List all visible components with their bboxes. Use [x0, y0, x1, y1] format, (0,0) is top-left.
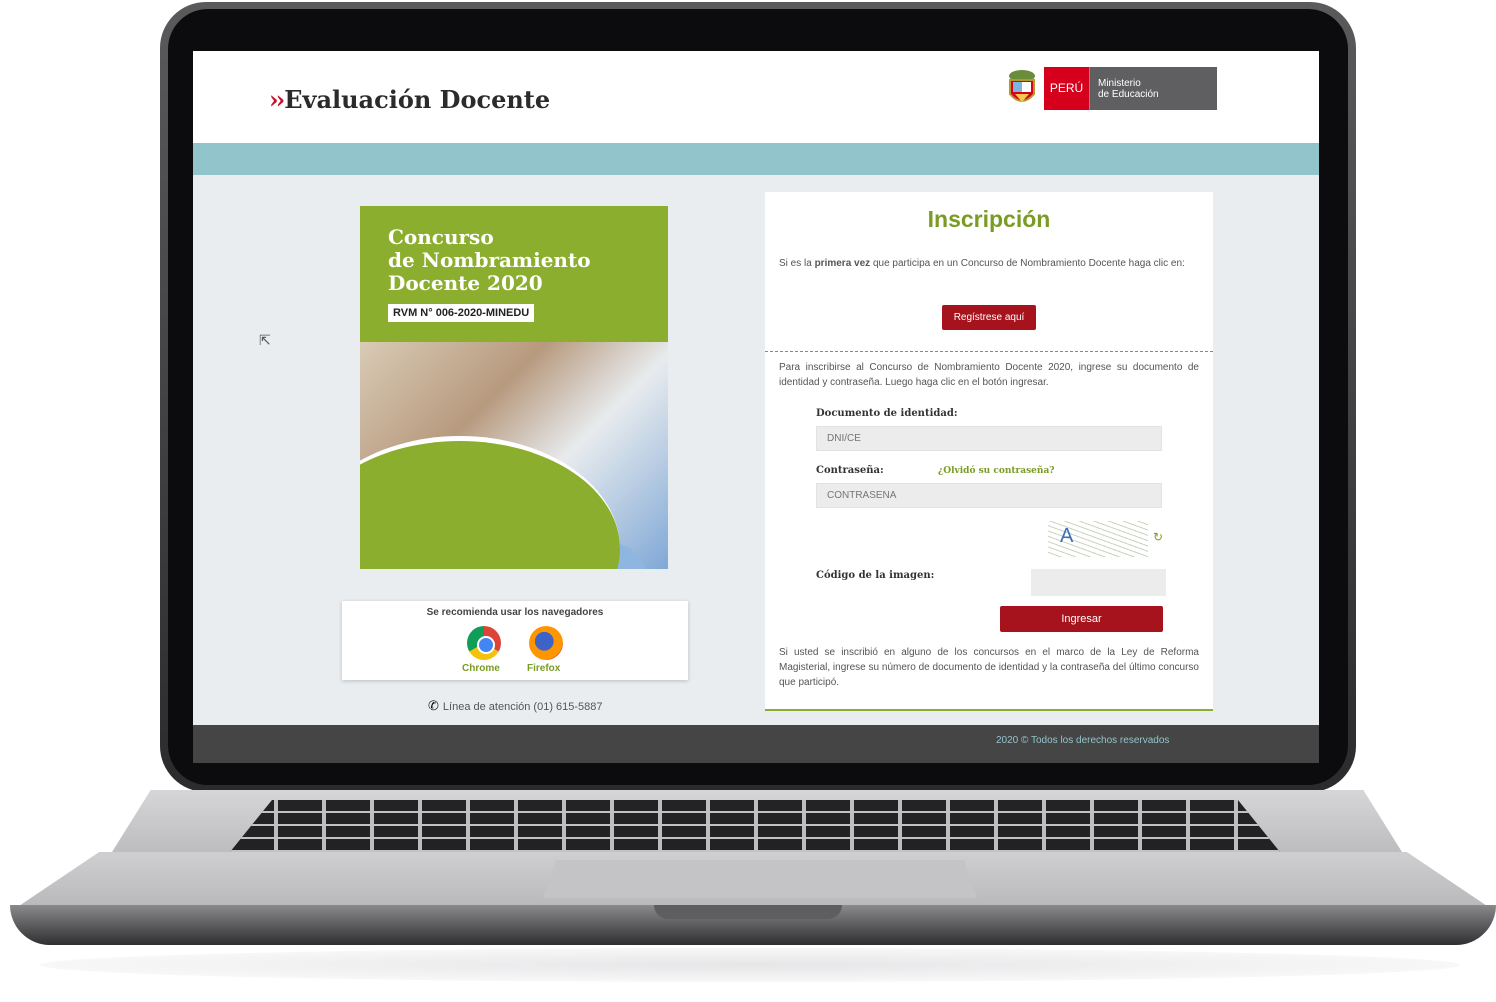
laptop-shadow	[40, 948, 1460, 982]
login-button[interactable]: Ingresar	[1000, 606, 1163, 632]
support-phone: ✆ Línea de atención (01) 615-5887	[428, 698, 688, 714]
inscription-panel: Inscripción Si es la primera vez que par…	[765, 192, 1213, 711]
ministry-badge: Ministerio de Educación	[1089, 67, 1217, 110]
chrome-icon[interactable]	[467, 626, 501, 660]
first-time-bold: primera vez	[814, 258, 871, 269]
login-instructions: Para inscribirse al Concurso de Nombrami…	[779, 362, 1199, 388]
inscription-title: Inscripción	[927, 206, 1051, 232]
refresh-captcha-icon[interactable]: ↻	[1153, 530, 1163, 544]
mouse-cursor-icon: ⇱	[259, 332, 271, 348]
document-input[interactable]	[816, 426, 1162, 451]
laptop-notch	[654, 905, 842, 919]
footer-copyright: 2020 © Todos los derechos reservados	[996, 735, 1170, 746]
password-input[interactable]	[816, 483, 1162, 508]
poster-title-line1: Concurso	[388, 225, 494, 249]
keyboard-rows	[230, 800, 1280, 852]
forgot-password-link[interactable]: ¿Olvidó su contraseña?	[938, 466, 1055, 476]
dashed-divider	[765, 351, 1213, 352]
firefox-label[interactable]: Firefox	[527, 663, 560, 674]
captcha-code-input[interactable]	[1031, 569, 1166, 596]
previous-contest-note: Si usted se inscribió en alguno de los c…	[779, 647, 1199, 688]
browser-screen: ››Evaluación Docente PERÚ Ministerio de E…	[193, 51, 1319, 763]
browsers-title: Se recomienda usar los navegadores	[426, 607, 604, 618]
password-label: Contraseña:	[816, 465, 884, 476]
recommended-browsers-box: Se recomienda usar los navegadores Chrom…	[342, 601, 688, 680]
ministry-line1: Ministerio	[1098, 78, 1141, 89]
site-header: ››Evaluación Docente PERÚ Ministerio de E…	[193, 51, 1319, 143]
ministry-line2: de Educación	[1098, 89, 1159, 100]
register-button[interactable]: Regístrese aquí	[942, 305, 1036, 330]
first-time-text: Si es la primera vez que participa en un…	[779, 257, 1199, 270]
poster-title-line2: de Nombramiento	[388, 248, 591, 272]
peru-badge: PERÚ	[1044, 67, 1089, 110]
site-logo[interactable]: ››Evaluación Docente	[269, 85, 550, 114]
poster-title: Concurso de Nombramiento Docente 2020	[388, 226, 658, 295]
phone-icon: ✆	[428, 698, 439, 713]
site-footer: 2020 © Todos los derechos reservados	[193, 725, 1319, 763]
firefox-icon[interactable]	[529, 626, 563, 660]
phone-text: Línea de atención (01) 615-5887	[442, 701, 603, 713]
chrome-label[interactable]: Chrome	[462, 663, 500, 674]
captcha-char: A	[1060, 525, 1074, 547]
logo-text: Evaluación Docente	[284, 85, 551, 114]
laptop-trackpad	[543, 860, 977, 898]
logo-chevron-icon: ››	[269, 85, 285, 114]
poster-rvm-label: RVM N° 006-2020-MINEDU	[388, 304, 535, 322]
coat-of-arms-icon	[1009, 70, 1035, 102]
header-band	[193, 143, 1319, 175]
first-time-pre: Si es la	[779, 258, 815, 269]
poster-title-line3: Docente 2020	[388, 271, 543, 295]
document-label: Documento de identidad:	[816, 408, 958, 419]
first-time-post: que participa en un Concurso de Nombrami…	[870, 258, 1185, 269]
captcha-code-label: Código de la imagen:	[816, 570, 935, 581]
contest-poster: Concurso de Nombramiento Docente 2020 RV…	[360, 206, 668, 569]
captcha-image: A	[1048, 521, 1148, 557]
